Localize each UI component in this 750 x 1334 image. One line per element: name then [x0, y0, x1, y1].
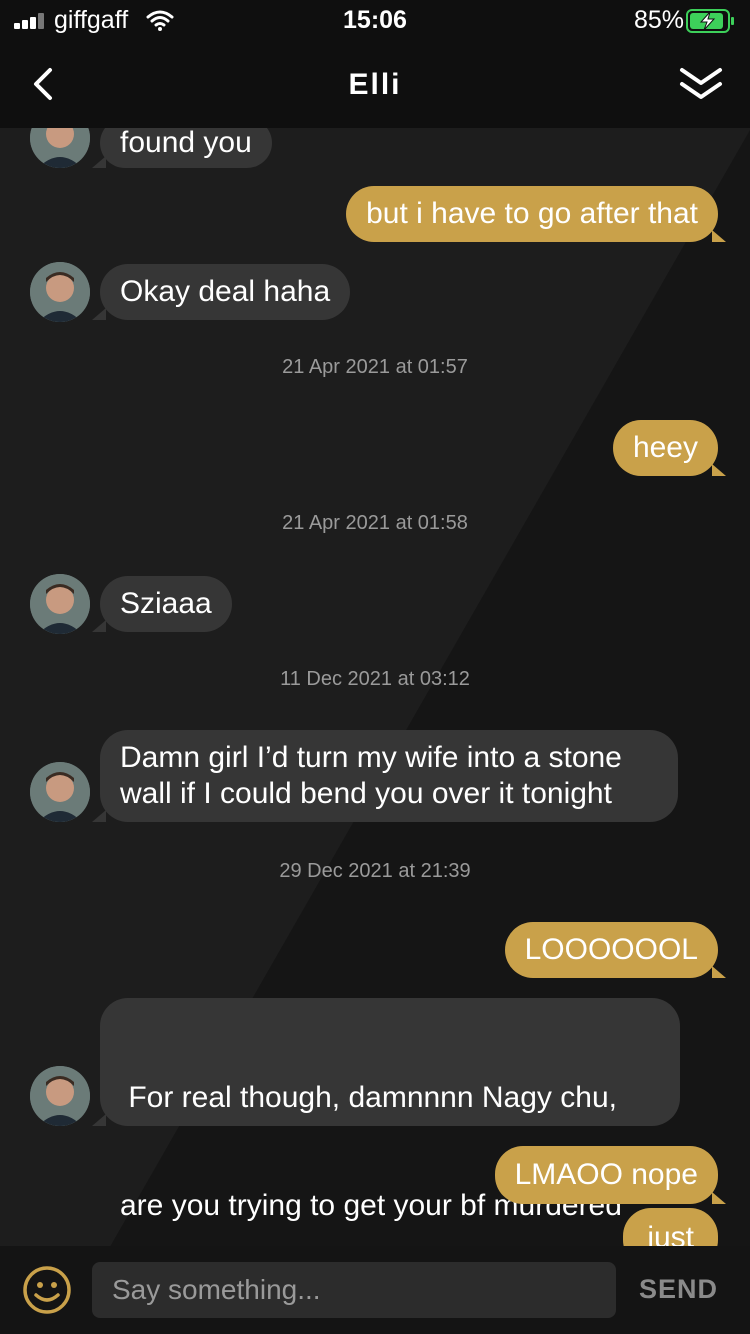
contact-photo-icon [30, 262, 90, 322]
contact-photo-icon [30, 128, 90, 168]
message-bubble-outgoing[interactable]: but i have to go after that [346, 186, 726, 242]
message-input[interactable] [92, 1262, 616, 1318]
message-text: just [647, 1221, 694, 1246]
message-list[interactable]: found you but i have to go after that Ok… [0, 128, 750, 1246]
status-bar: giffgaff 15:06 85% [0, 0, 750, 44]
battery-charging-icon [686, 9, 734, 33]
message-timestamp: 21 Apr 2021 at 01:58 [282, 512, 468, 534]
message-text: Sziaaa [120, 587, 212, 620]
message-timestamp: 11 Dec 2021 at 03:12 [280, 668, 470, 690]
message-bubble-outgoing[interactable]: LMAOO nope [494, 1146, 727, 1204]
message-text: found you [120, 128, 252, 159]
composer-bar: SEND [0, 1246, 750, 1334]
message-text: heey [632, 431, 698, 464]
contact-avatar[interactable] [30, 762, 90, 822]
message-bubble-outgoing[interactable]: LOOOOOOL [504, 922, 727, 978]
message-bubble-incoming[interactable]: Okay deal haha [91, 264, 351, 320]
message-timestamp: 21 Apr 2021 at 01:57 [282, 356, 468, 378]
message-text-line: wall if I could bend you over it tonight [120, 777, 612, 810]
contact-avatar[interactable] [30, 128, 90, 168]
contact-photo-icon [30, 574, 90, 634]
message-text-line: For real though, damnnnn Nagy chu, [120, 1081, 617, 1114]
contact-avatar[interactable] [30, 1066, 90, 1126]
smiley-icon[interactable] [22, 1265, 72, 1315]
message-bubble-outgoing[interactable]: heey [612, 420, 727, 476]
message-text-line: Damn girl I’d turn my wife into a stone [120, 741, 622, 774]
message-text: LOOOOOOL [524, 933, 698, 966]
message-bubble-incoming[interactable]: Damn girl I’d turn my wife into a stone … [92, 730, 678, 822]
chat-header: Elli [0, 44, 750, 128]
message-bubble-outgoing[interactable]: just [623, 1208, 718, 1246]
message-text: but i have to go after that [366, 197, 698, 230]
contact-avatar[interactable] [30, 262, 90, 322]
battery-percentage: 85% [633, 6, 684, 34]
send-button[interactable]: SEND [639, 1274, 718, 1305]
message-text: Okay deal haha [120, 275, 331, 308]
contact-photo-icon [30, 1066, 90, 1126]
message-bubble-incoming[interactable]: For real though, damnnnn Nagy chu, are y… [92, 998, 680, 1222]
message-bubble-incoming[interactable]: found you [92, 128, 272, 168]
contact-name: Elli [348, 68, 402, 101]
message-timestamp: 29 Dec 2021 at 21:39 [279, 860, 471, 882]
contact-avatar[interactable] [30, 574, 90, 634]
contact-photo-icon [30, 762, 90, 822]
message-text: LMAOO nope [514, 1158, 698, 1191]
double-chevron-down-icon[interactable] [676, 64, 726, 106]
message-bubble-incoming[interactable]: Sziaaa [92, 576, 232, 632]
